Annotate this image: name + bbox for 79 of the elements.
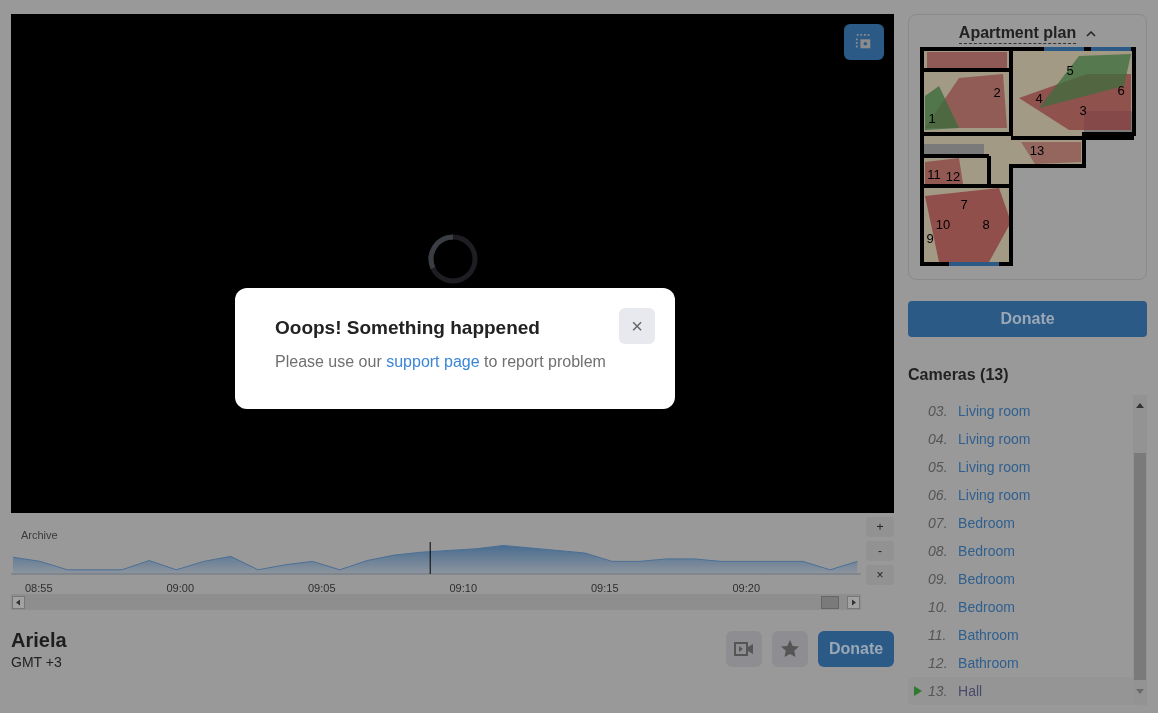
camera-name: Bathroom [958, 625, 1019, 645]
favorite-button[interactable] [772, 631, 809, 667]
camera-name: Bedroom [958, 597, 1015, 617]
time-tick: 08:55 [25, 581, 53, 596]
camera-number: 13. [928, 681, 949, 701]
camera-number: 8 [981, 217, 990, 232]
camera-number: 12 [945, 169, 960, 184]
camera-number: 2 [992, 85, 1001, 100]
camera-number: 11 [926, 167, 941, 182]
scroll-left-icon[interactable] [12, 595, 25, 609]
camera-number: 3 [1078, 103, 1087, 118]
camera-name: Hall [958, 681, 983, 701]
camera-number: 05. [928, 457, 949, 477]
camera-name: Bathroom [958, 653, 1019, 673]
camera-list-item[interactable]: 05. Living room [908, 453, 1133, 481]
camera-number: 03. [928, 401, 949, 421]
camera-number: 06. [928, 485, 949, 505]
camera-number: 12. [928, 653, 949, 673]
video-icon [734, 641, 755, 657]
dialog-title: Ooops! Something happened [275, 316, 540, 340]
play-icon [914, 686, 923, 696]
camera-name: Living room [958, 429, 1031, 449]
time-tick: 09:15 [591, 581, 619, 596]
donate-button[interactable]: Donate [908, 301, 1147, 337]
camera-number: 09. [928, 569, 949, 589]
camera-name: Bedroom [958, 569, 1015, 589]
camera-name: Bedroom [958, 541, 1015, 561]
camera-name: Living room [958, 401, 1031, 421]
camera-name: Living room [958, 457, 1031, 477]
zoom-button[interactable]: - [866, 541, 895, 561]
camera-number: 5 [1065, 63, 1074, 78]
camera-list-item[interactable]: 07. Bedroom [908, 509, 1133, 537]
camera-number: 9 [925, 231, 934, 246]
camera-name: Bedroom [958, 513, 1015, 533]
timeline-label: Archive [21, 528, 58, 542]
camera-list-item[interactable]: 11. Bathroom [908, 621, 1133, 649]
camera-list-item[interactable]: 12. Bathroom [908, 649, 1133, 677]
camera-title: Ariela [11, 628, 67, 652]
snapshot-button[interactable] [844, 24, 885, 60]
camera-number: 4 [1034, 91, 1043, 106]
camera-number: 11. [928, 625, 948, 645]
camera-list-item[interactable]: 13. Hall [908, 677, 1133, 705]
dialog-message: Please use our support page to report problem [275, 352, 607, 372]
camera-number: 10. [928, 597, 949, 617]
plan-title[interactable]: Apartment plan [958, 23, 1077, 44]
zoom-button[interactable]: + [866, 517, 895, 537]
camera-number: 07. [928, 513, 949, 533]
scroll-right-icon[interactable] [847, 595, 860, 609]
timezone-text: GMT +3 [11, 653, 63, 672]
camera-list-item[interactable]: 08. Bedroom [908, 537, 1133, 565]
camera-number: 1 [927, 111, 936, 126]
camera-number: 13 [1029, 143, 1044, 158]
zoom-button[interactable]: × [866, 565, 895, 585]
camera-list-item[interactable]: 10. Bedroom [908, 593, 1133, 621]
camera-number: 7 [959, 197, 968, 212]
camera-list-item[interactable]: 04. Living room [908, 425, 1133, 453]
cameras-heading: Cameras (13) [908, 365, 1010, 385]
time-tick: 09:20 [732, 581, 761, 596]
donate-button[interactable]: Donate [818, 631, 895, 667]
star-icon [780, 639, 801, 659]
camera-list-item[interactable]: 06. Living room [908, 481, 1133, 509]
loading-spinner-icon [426, 232, 479, 285]
video-button[interactable] [726, 631, 763, 667]
scroll-thumb-icon[interactable] [1134, 453, 1146, 680]
camera-number: 04. [928, 429, 949, 449]
camera-list-item[interactable]: 03. Living room [908, 397, 1133, 425]
camera-number: 08. [928, 541, 949, 561]
scroll-thumb-icon[interactable] [821, 595, 839, 609]
collapse-icon[interactable] [1086, 30, 1097, 37]
close-button[interactable]: × [619, 308, 655, 344]
support-link[interactable]: support page [386, 353, 480, 370]
time-tick: 09:05 [308, 581, 336, 596]
camera-number: 6 [1116, 83, 1125, 98]
camera-number: 10 [935, 217, 950, 232]
time-tick: 09:10 [449, 581, 478, 596]
camera-list-item[interactable]: 09. Bedroom [908, 565, 1133, 593]
scroll-up-icon[interactable] [1136, 403, 1144, 408]
time-tick: 09:00 [166, 581, 195, 596]
camera-name: Living room [958, 485, 1031, 505]
